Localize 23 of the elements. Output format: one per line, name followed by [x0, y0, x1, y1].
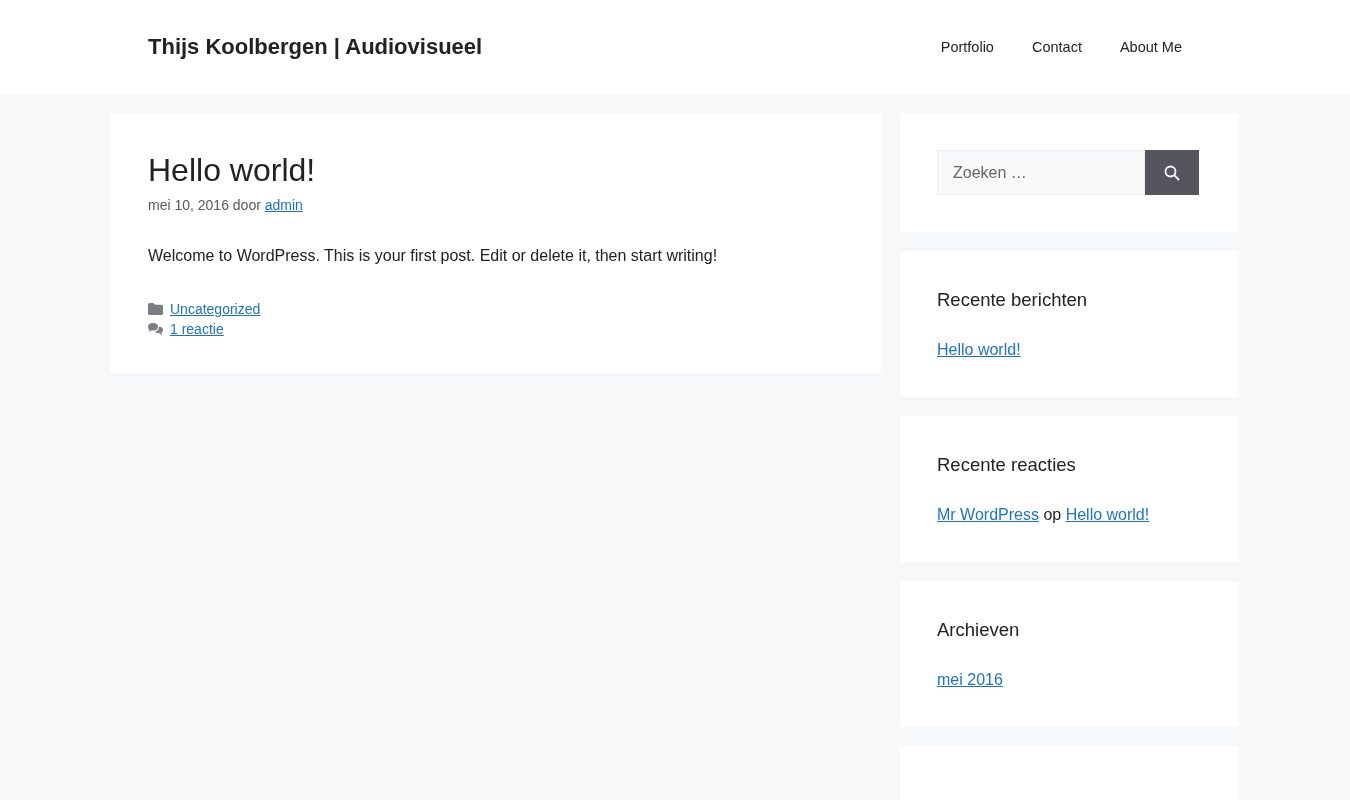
search-icon — [1164, 164, 1180, 181]
category-link[interactable]: Uncategorized — [170, 301, 261, 318]
nav-link[interactable]: Portfolio — [940, 39, 994, 55]
search-field[interactable]: Zoeken … — [937, 150, 1145, 195]
post-body: Welcome to WordPress. This is your first post. Edit or delete it, then start writing! — [148, 247, 719, 266]
search-button[interactable] — [1145, 150, 1199, 195]
widget-link[interactable]: mei 2016 — [937, 671, 1202, 689]
site-title: Thijs Koolbergen | Audiovisueel — [148, 34, 483, 60]
comment-author-link[interactable]: Mr WordPress — [937, 506, 1039, 523]
widget-title: Archieven — [937, 619, 1021, 641]
speech-bubbles-icon — [148, 322, 163, 336]
widget-title: Recente reacties — [937, 454, 1077, 476]
comments-link[interactable]: 1 reactie — [170, 321, 224, 338]
author-link[interactable]: admin — [264, 197, 303, 214]
comment-post-link[interactable]: Hello world! — [1065, 506, 1150, 523]
post-meta: mei 10, 2016 door admin — [148, 197, 304, 214]
nav-link[interactable]: Contact — [1031, 39, 1082, 55]
folder-icon — [148, 303, 163, 316]
post-title: Hello world! — [148, 151, 317, 190]
widget-link[interactable]: Hello world! — [937, 341, 1202, 359]
nav-link[interactable]: About Me — [1119, 39, 1182, 55]
widget-title: Recente berichten — [937, 289, 1089, 311]
comment-entry: Mr WordPress op Hello world! — [937, 506, 1151, 524]
